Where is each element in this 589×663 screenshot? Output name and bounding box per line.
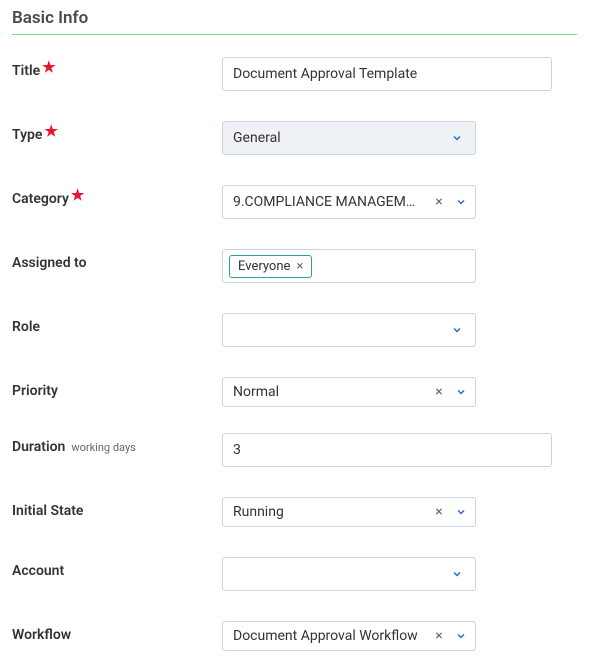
clear-icon[interactable]: × xyxy=(432,195,446,209)
role-select[interactable] xyxy=(222,313,476,347)
clear-icon[interactable]: × xyxy=(432,629,446,643)
label-role-text: Role xyxy=(12,319,40,335)
assigned-to-tag: Everyone × xyxy=(229,255,312,278)
label-assigned-to: Assigned to xyxy=(12,249,222,271)
title-input[interactable] xyxy=(222,57,552,91)
tag-remove-icon[interactable]: × xyxy=(296,260,303,273)
label-account: Account xyxy=(12,557,222,579)
chevron-down-icon[interactable] xyxy=(454,385,468,399)
label-initial-state-text: Initial State xyxy=(12,503,83,519)
chevron-down-icon[interactable] xyxy=(454,505,468,519)
chevron-down-icon[interactable] xyxy=(454,629,468,643)
label-assigned-to-text: Assigned to xyxy=(12,255,87,271)
chevron-down-icon[interactable] xyxy=(454,195,468,209)
row-title: Title ★ xyxy=(12,57,577,91)
chevron-down-icon[interactable] xyxy=(450,567,464,581)
required-star-icon: ★ xyxy=(44,124,57,139)
row-initial-state: Initial State Running × xyxy=(12,497,577,527)
label-type: Type ★ xyxy=(12,121,222,143)
label-account-text: Account xyxy=(12,563,64,579)
initial-state-select-value: Running xyxy=(233,504,419,520)
label-priority-text: Priority xyxy=(12,383,58,399)
chevron-down-icon[interactable] xyxy=(450,323,464,337)
row-role: Role xyxy=(12,313,577,347)
label-title: Title ★ xyxy=(12,57,222,79)
label-category-text: Category xyxy=(12,191,69,207)
role-select-value xyxy=(233,322,419,338)
required-star-icon: ★ xyxy=(71,188,84,203)
type-select-value: General xyxy=(233,130,419,146)
label-type-text: Type xyxy=(12,127,42,143)
category-select-value: 9.COMPLIANCE MANAGEMENT xyxy=(233,194,419,210)
row-priority: Priority Normal × xyxy=(12,377,577,407)
basic-info-panel: Basic Info Title ★ Type ★ General xyxy=(0,0,589,663)
label-duration-sublabel: working days xyxy=(71,441,136,454)
account-select-value xyxy=(233,566,419,582)
section-title: Basic Info xyxy=(12,8,577,35)
label-role: Role xyxy=(12,313,222,335)
required-star-icon: ★ xyxy=(42,60,55,75)
workflow-select-value: Document Approval Workflow xyxy=(233,628,419,644)
priority-select-value: Normal xyxy=(233,384,419,400)
label-duration-text: Duration xyxy=(12,439,65,455)
clear-icon[interactable]: × xyxy=(432,505,446,519)
duration-input[interactable] xyxy=(222,433,552,467)
row-type: Type ★ General xyxy=(12,121,577,155)
row-workflow: Workflow Document Approval Workflow × xyxy=(12,621,577,651)
row-assigned-to: Assigned to Everyone × xyxy=(12,249,577,283)
clear-icon[interactable]: × xyxy=(432,385,446,399)
row-duration: Duration working days xyxy=(12,433,577,467)
row-category: Category ★ 9.COMPLIANCE MANAGEMENT × xyxy=(12,185,577,219)
label-priority: Priority xyxy=(12,377,222,399)
label-workflow-text: Workflow xyxy=(12,627,71,643)
assigned-to-tag-label: Everyone xyxy=(238,259,290,274)
label-category: Category ★ xyxy=(12,185,222,207)
chevron-down-icon[interactable] xyxy=(450,131,464,145)
label-title-text: Title xyxy=(12,63,40,79)
label-initial-state: Initial State xyxy=(12,497,222,519)
label-duration: Duration working days xyxy=(12,433,222,455)
assigned-to-input[interactable]: Everyone × xyxy=(222,249,476,283)
label-workflow: Workflow xyxy=(12,621,222,643)
type-select[interactable]: General xyxy=(222,121,476,155)
